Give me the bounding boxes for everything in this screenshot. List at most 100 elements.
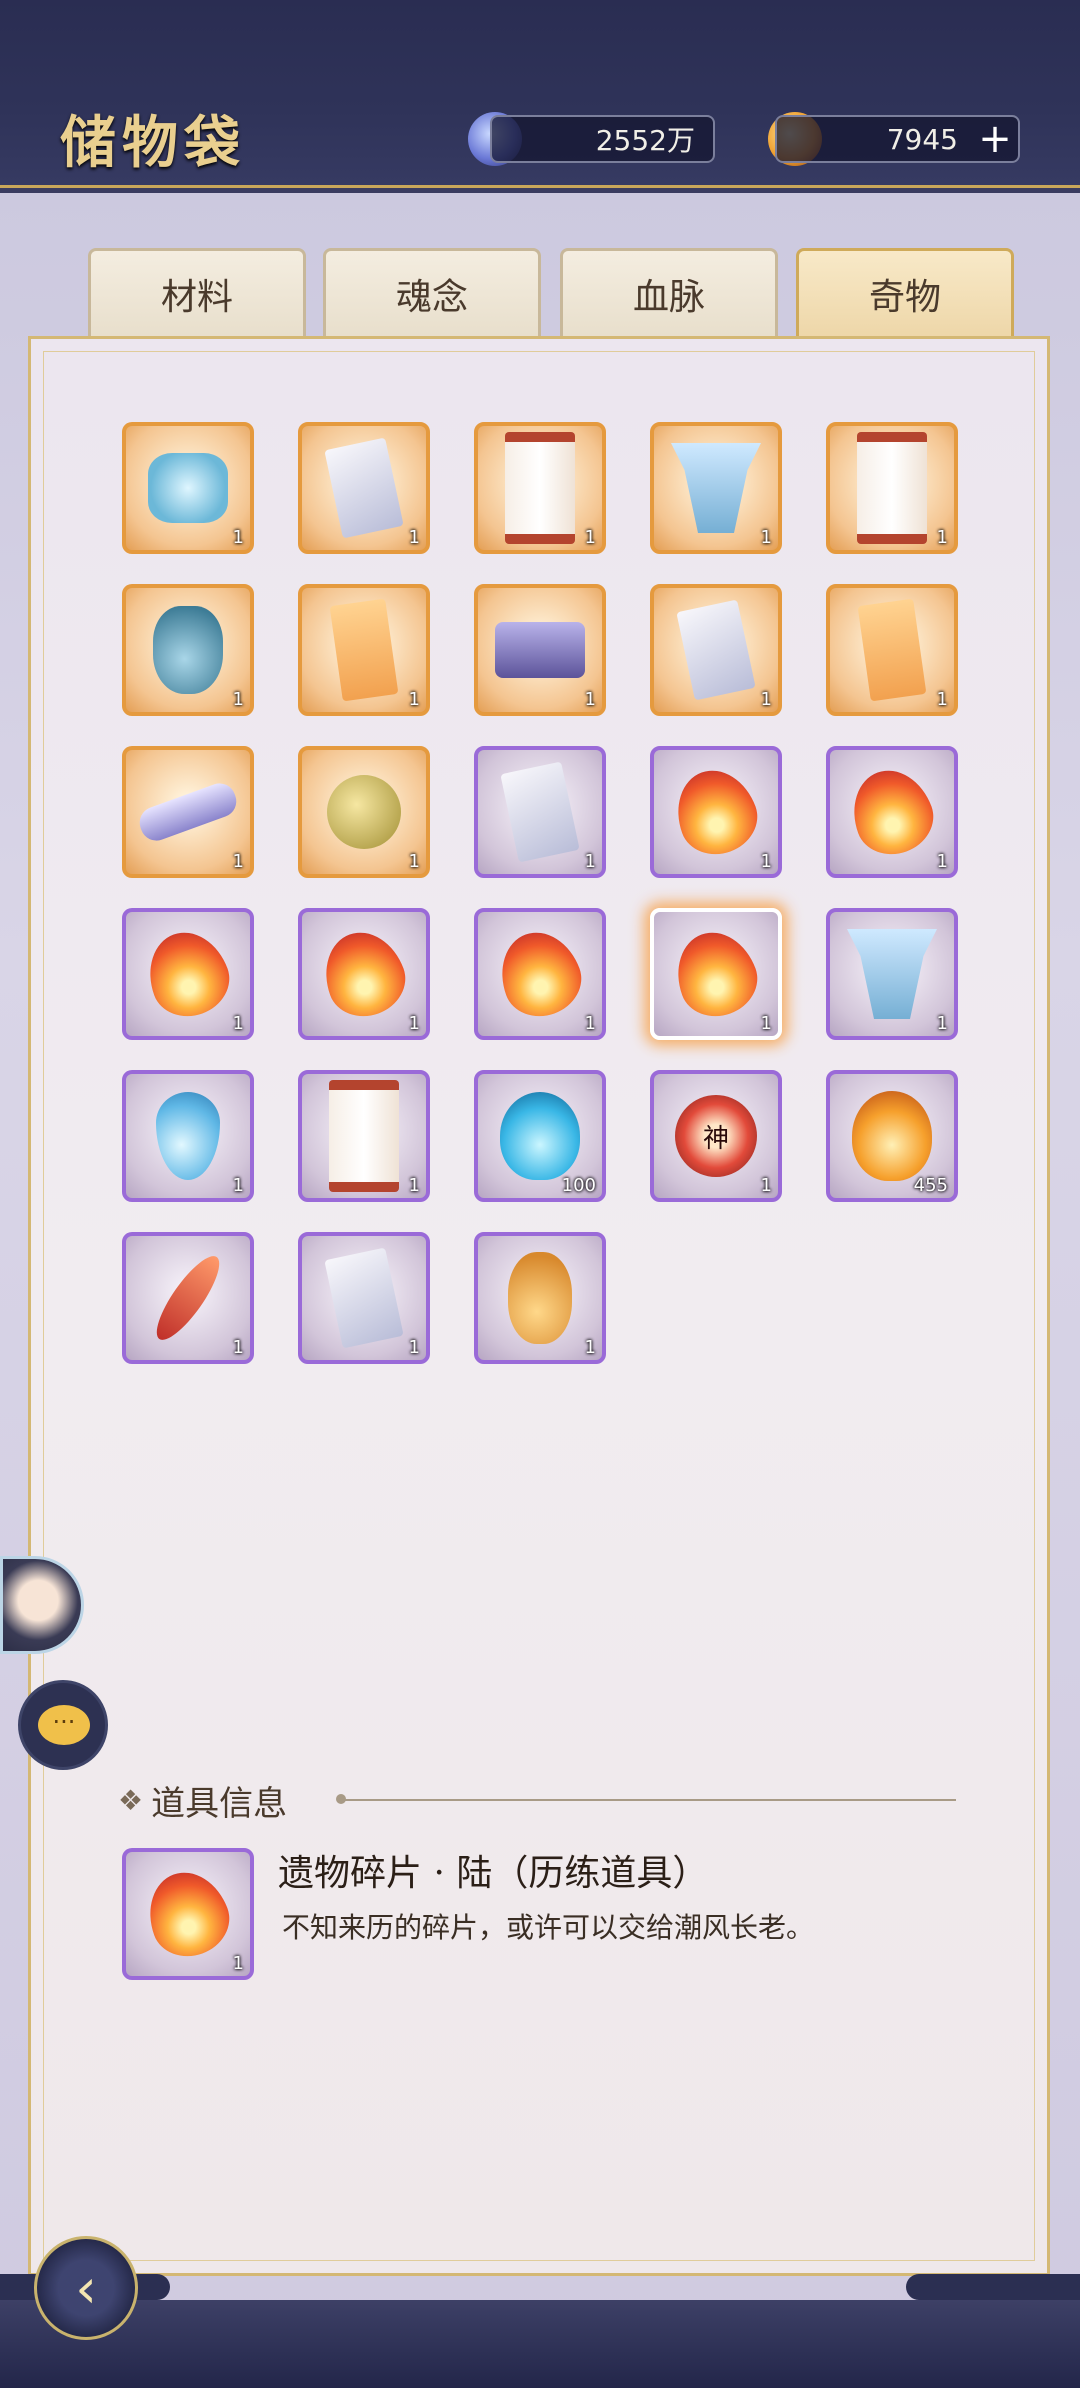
inventory-item[interactable]: 100 [474,1070,606,1202]
item-count: 1 [232,1013,244,1034]
inventory-item[interactable]: 1 [474,422,606,554]
inventory-item[interactable]: 1 [826,422,958,554]
inventory-item[interactable]: 1 [122,1232,254,1364]
orange-talisman-icon [329,598,399,702]
item-count: 1 [760,1175,772,1196]
inventory-item[interactable]: 1 [122,746,254,878]
inventory-item[interactable]: 1 [298,584,430,716]
bottom-bar [0,2300,1080,2388]
inventory-item[interactable]: 1 [826,908,958,1040]
jade-tie-icon [847,929,937,1019]
inventory-item[interactable]: 1 [650,908,782,1040]
item-count: 1 [936,851,948,872]
back-arrow-icon: ‹ [75,2256,97,2320]
paper-talisman-icon [500,761,580,863]
chat-bubble-icon: ··· [38,1705,90,1745]
inventory-item[interactable]: 1 [474,908,606,1040]
flame-fragment-icon [840,759,944,865]
item-count: 1 [760,1013,772,1034]
inventory-item[interactable]: 1 [474,584,606,716]
item-description: 不知来历的碎片，或许可以交给潮风长老。 [282,1911,815,1944]
inventory-item[interactable]: 1 [650,746,782,878]
painting-icon [857,598,927,702]
flame-fragment-icon [136,921,240,1027]
item-count: 1 [232,1175,244,1196]
bottom-bar-right-ornament [906,2274,1080,2300]
item-count: 1 [584,1337,596,1358]
scroll-icon [329,1080,399,1192]
divine-seal-icon: 神 [675,1095,757,1177]
item-count: 1 [408,851,420,872]
item-name: 遗物碎片 · 陆（历练道具） [278,1853,709,1894]
inventory-item[interactable]: 1 [650,422,782,554]
golden-bell-icon [327,775,401,849]
inventory-item[interactable]: 1 [122,908,254,1040]
inventory-item[interactable]: 1 [474,746,606,878]
back-button[interactable]: ‹ [34,2236,138,2340]
item-info-title: 道具信息 [151,1784,288,1824]
chat-button[interactable]: ··· [18,1680,108,1770]
item-count: 1 [936,527,948,548]
gourd-icon [508,1252,572,1344]
paper-sketch-icon [676,599,756,701]
item-count: 1 [232,689,244,710]
item-count: 455 [913,1175,948,1196]
item-count: 1 [408,1013,420,1034]
diamond-ornament-icon: ❖ [118,1784,144,1817]
inventory-item[interactable]: 1 [298,1232,430,1364]
item-count: 1 [408,527,420,548]
tab-soul-thoughts[interactable]: 魂念 [323,248,541,336]
flame-fragment-icon [312,921,416,1027]
inventory-item[interactable]: 1 [298,908,430,1040]
item-count: 1 [584,689,596,710]
treasure-chest-icon [495,622,585,678]
spirit-stone-currency: 2552万 [490,115,715,163]
red-feather-icon [147,1248,229,1348]
item-info-heading: ❖ 道具信息 [118,1776,287,1825]
tab-curiosities[interactable]: 奇物 [796,248,1014,336]
item-count: 1 [408,1337,420,1358]
scroll-icon [505,432,575,544]
inventory-item[interactable]: 1 [298,1070,430,1202]
crystal-shards-icon [148,453,228,523]
paper-talisman-icon [324,437,404,539]
flame-fragment-icon [664,759,768,865]
info-divider [344,1799,956,1801]
item-count: 1 [408,1175,420,1196]
inventory-item[interactable]: 1 [826,746,958,878]
inventory-item[interactable]: 1 [122,422,254,554]
rolled-scroll-icon [135,778,241,846]
inventory-item[interactable]: 455 [826,1070,958,1202]
jade-tie-icon [671,443,761,533]
item-count: 1 [232,1953,244,1974]
item-count: 1 [584,1013,596,1034]
inventory-item[interactable]: 神1 [650,1070,782,1202]
item-count: 1 [232,851,244,872]
inventory-item[interactable]: 1 [298,746,430,878]
item-count: 1 [232,527,244,548]
inventory-item[interactable]: 1 [122,584,254,716]
orange-flame-icon [852,1091,932,1181]
tab-materials[interactable]: 材料 [88,248,306,336]
paper-sketch-icon [324,1247,404,1349]
item-count: 1 [232,1337,244,1358]
item-count: 1 [584,527,596,548]
inventory-item[interactable]: 1 [650,584,782,716]
item-count: 1 [760,527,772,548]
inventory-item[interactable]: 1 [826,584,958,716]
tab-bloodline[interactable]: 血脉 [560,248,778,336]
blue-vase-icon [153,606,223,694]
scroll-icon [857,432,927,544]
item-count: 1 [936,1013,948,1034]
item-count: 1 [584,851,596,872]
inventory-item[interactable]: 1 [474,1232,606,1364]
item-count: 1 [936,689,948,710]
flame-fragment-icon [664,921,768,1027]
blue-flame-icon [500,1092,580,1180]
flame-fragment-icon [488,921,592,1027]
inventory-item[interactable]: 1 [298,422,430,554]
inventory-item[interactable]: 1 [122,1070,254,1202]
add-currency-button[interactable]: + [975,119,1015,160]
item-count: 1 [408,689,420,710]
item-count: 1 [760,851,772,872]
